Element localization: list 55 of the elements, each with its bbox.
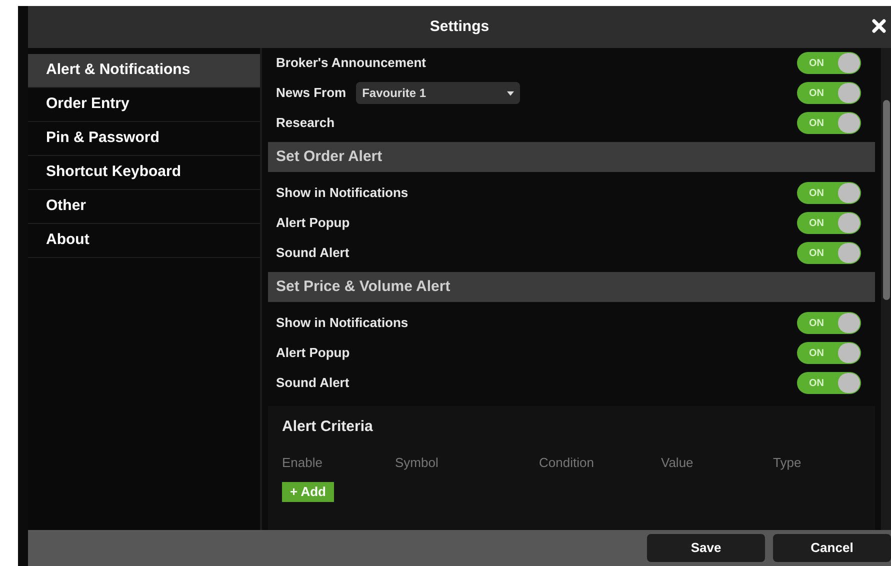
caret-icon [507,90,514,96]
toggle-switch[interactable]: ON [797,82,861,104]
setting-label: Alert Popup [276,344,350,362]
column-header: Type [773,454,802,472]
column-header: Value [661,454,694,472]
toggle-label: ON [809,86,824,100]
window-title: Settings [430,16,490,37]
toggle-knob [838,243,860,263]
add-button[interactable]: + Add [282,482,334,502]
toggle-knob [838,313,860,333]
toggle-label: ON [809,186,824,200]
toggle-knob [838,113,860,133]
toggle-knob [838,213,860,233]
scrollbar[interactable] [881,48,891,530]
toggle-switch[interactable]: ON [797,112,861,134]
toggle-switch[interactable]: ON [797,52,861,74]
setting-label: Research [276,114,335,132]
setting-label: News From [276,84,346,102]
toggle-label: ON [809,116,824,130]
close-button[interactable] [871,18,887,34]
toggle-label: ON [809,216,824,230]
setting-label: Alert Popup [276,214,350,232]
toggle-knob [838,53,860,73]
setting-label: Broker's Announcement [276,54,426,72]
scrollbar-thumb[interactable] [882,100,890,300]
dialog-button[interactable]: Cancel [773,534,891,562]
close-icon [871,18,887,34]
sidebar-item[interactable]: Alert & Notifications [28,54,260,88]
dialog-button[interactable]: Save [647,534,765,562]
toggle-label: ON [809,376,824,390]
column-header: Enable [282,454,324,472]
toggle-switch[interactable]: ON [797,182,861,204]
toggle-knob [838,83,860,103]
toggle-knob [838,183,860,203]
toggle-label: ON [809,246,824,260]
setting-label: Show in Notifications [276,184,408,202]
section-header: Set Order Alert [268,142,875,172]
news-source-dropdown[interactable]: Favourite 1 [356,82,520,104]
toggle-switch[interactable]: ON [797,242,861,264]
toggle-switch[interactable]: ON [797,342,861,364]
toggle-knob [838,373,860,393]
column-header: Condition [539,454,595,472]
setting-label: Sound Alert [276,244,350,262]
toggle-label: ON [809,346,824,360]
toggle-switch[interactable]: ON [797,372,861,394]
setting-label: Show in Notifications [276,314,408,332]
toggle-label: ON [809,316,824,330]
setting-label: Sound Alert [276,374,350,392]
section-header: Set Price & Volume Alert [268,272,875,302]
panel-title: Alert Criteria [282,417,374,437]
toggle-label: ON [809,56,824,70]
toggle-switch[interactable]: ON [797,212,861,234]
column-header: Symbol [395,454,440,472]
toggle-knob [838,343,860,363]
toggle-switch[interactable]: ON [797,312,861,334]
